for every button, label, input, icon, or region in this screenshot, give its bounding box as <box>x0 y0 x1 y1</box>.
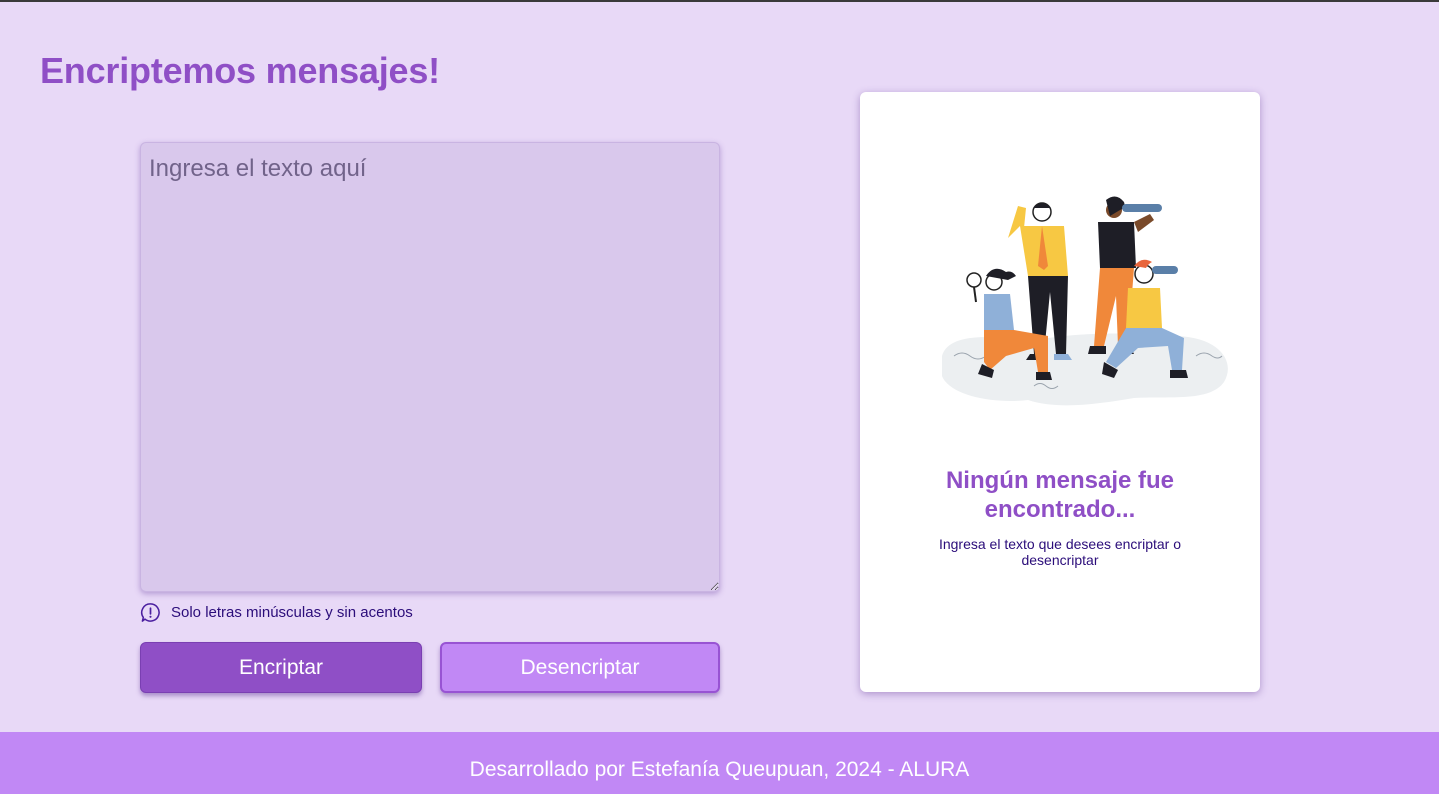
window-top-border <box>0 0 1439 2</box>
footer-text: Desarrollado por Estefanía Queupuan, 202… <box>469 758 970 781</box>
input-hint-text: Solo letras minúsculas y sin acentos <box>171 604 413 621</box>
page-title: Encriptemos mensajes! <box>40 50 440 91</box>
message-input[interactable] <box>140 142 720 592</box>
people-searching-illustration <box>942 196 1228 406</box>
input-hint: Solo letras minúsculas y sin acentos <box>140 602 413 623</box>
result-title: Ningún mensaje fue encontrado... <box>945 467 1175 523</box>
decrypt-button[interactable]: Desencriptar <box>440 642 720 693</box>
result-panel: Ningún mensaje fue encontrado... Ingresa… <box>860 92 1260 692</box>
encrypt-button[interactable]: Encriptar <box>140 642 422 693</box>
exclamation-circle-icon <box>141 603 160 622</box>
result-message: Ingresa el texto que desees encriptar o … <box>938 536 1182 568</box>
footer: Desarrollado por Estefanía Queupuan, 202… <box>0 732 1439 794</box>
